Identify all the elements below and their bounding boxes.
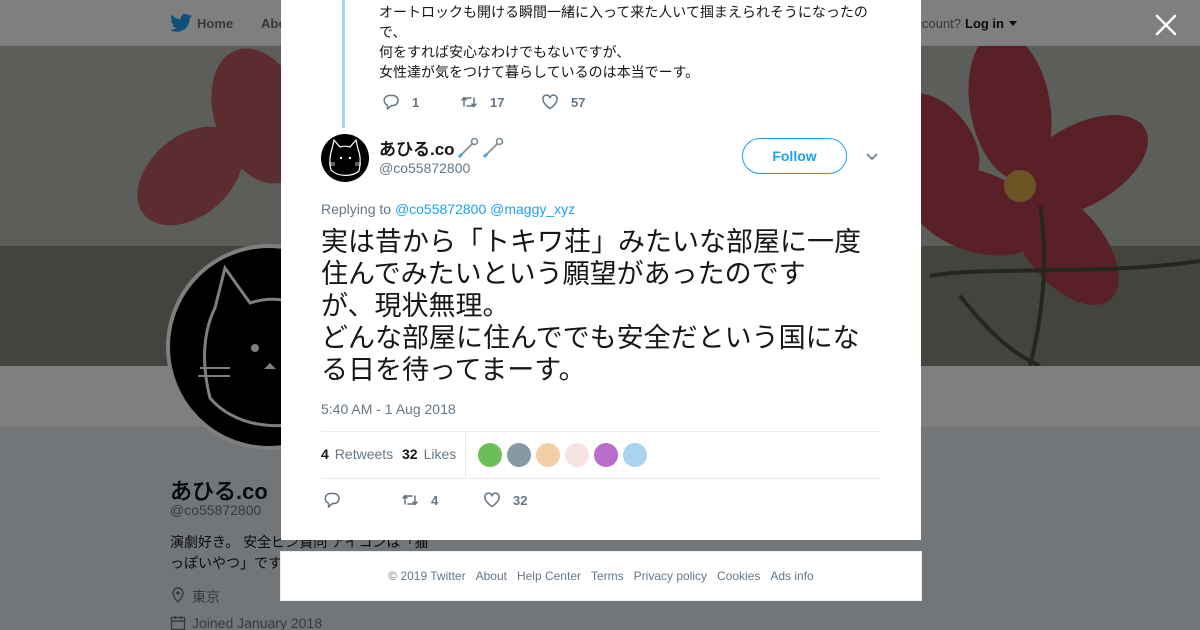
tweet-text: 実は昔から「トキワ荘」みたいな部屋に一度 住んでみたいという願望があったのです … <box>321 226 887 386</box>
footer-link-cookies[interactable]: Cookies <box>717 569 760 583</box>
tweet-text-line: 実は昔から「トキワ荘」みたいな部屋に一度 <box>321 227 861 257</box>
parent-tweet-line: 何をすれば安心なわけでもないですが、 <box>379 44 631 60</box>
tweet-author-name-text: あひる.co <box>379 140 455 159</box>
retweet-icon <box>461 96 477 108</box>
replying-to-label: Replying to <box>321 201 392 217</box>
liker-avatar[interactable] <box>593 442 619 468</box>
parent-reply-button[interactable]: 1 <box>382 92 419 112</box>
tweet-text-line: る日を待ってまーす。 <box>321 355 586 385</box>
retweet-icon <box>402 494 418 506</box>
likes-stat[interactable]: 32 Likes <box>402 446 456 462</box>
tweet-timestamp[interactable]: 5:40 AM - 1 Aug 2018 <box>321 401 456 417</box>
tweet-modal: オートロックも開ける瞬間一緒に入って来た人いて掴まえられそうになったの で、 何… <box>281 0 921 540</box>
close-icon[interactable] <box>1154 13 1178 37</box>
parent-retweet-button[interactable]: 17 <box>460 92 504 112</box>
liker-avatars <box>477 442 651 468</box>
retweets-count: 4 <box>321 446 329 462</box>
divider <box>321 478 881 479</box>
follow-button[interactable]: Follow <box>742 138 847 174</box>
liker-avatar[interactable] <box>477 442 503 468</box>
likes-count: 32 <box>402 446 418 462</box>
like-count: 32 <box>513 492 528 508</box>
footer-link-ads[interactable]: Ads info <box>770 569 813 583</box>
liker-avatar[interactable] <box>622 442 648 468</box>
divider <box>465 432 466 478</box>
footer-link-help[interactable]: Help Center <box>517 569 581 583</box>
tweet-text-line: どんな部屋に住んででも安全だという国にな <box>321 323 860 353</box>
parent-like-count: 57 <box>571 94 586 110</box>
footer-link-about[interactable]: About <box>476 569 507 583</box>
reply-icon <box>383 94 399 110</box>
footer-link-privacy[interactable]: Privacy policy <box>634 569 707 583</box>
liker-avatar[interactable] <box>535 442 561 468</box>
thread-line <box>342 0 345 128</box>
reply-button[interactable] <box>323 490 341 510</box>
parent-tweet-line: で、 <box>379 24 407 40</box>
chevron-down-icon[interactable] <box>865 151 879 163</box>
parent-tweet-line: オートロックも開ける瞬間一緒に入って来た人いて掴まえられそうになったの <box>379 4 868 20</box>
parent-tweet-line: 女性達が気をつけて暮らしているのは本当でーす。 <box>379 64 700 80</box>
reply-icon <box>324 492 340 508</box>
likes-label: Likes <box>423 446 457 462</box>
reply-mention-link[interactable]: @co55872800 <box>395 201 486 217</box>
retweets-stat[interactable]: 4 Retweets <box>321 446 393 462</box>
parent-tweet-text: オートロックも開ける瞬間一緒に入って来た人いて掴まえられそうになったの で、 何… <box>379 2 879 82</box>
liker-avatar[interactable] <box>506 442 532 468</box>
tweet-author-name[interactable]: あひる.co <box>379 135 505 160</box>
cat-icon <box>329 138 361 176</box>
tweet-author-handle[interactable]: @co55872800 <box>379 160 470 176</box>
divider <box>321 431 881 432</box>
safety-pin-icon <box>457 137 478 158</box>
parent-like-button[interactable]: 57 <box>541 92 585 112</box>
parent-reply-count: 1 <box>412 94 420 110</box>
reply-mention-link[interactable]: @maggy_xyz <box>490 201 575 217</box>
tweet-text-line: 住んでみたいという願望があったのです <box>321 259 806 289</box>
heart-icon <box>484 492 500 508</box>
retweets-label: Retweets <box>334 446 394 462</box>
like-button[interactable]: 32 <box>483 490 527 510</box>
tweet-text-line: が、現状無理。 <box>321 291 510 321</box>
safety-pin-icon <box>482 137 503 158</box>
footer: © 2019 Twitter About Help Center Terms P… <box>280 551 922 601</box>
footer-copyright: © 2019 Twitter <box>388 569 466 583</box>
parent-retweet-count: 17 <box>490 94 505 110</box>
liker-avatar[interactable] <box>564 442 590 468</box>
user-avatar[interactable] <box>321 134 369 182</box>
retweet-button[interactable]: 4 <box>401 490 438 510</box>
heart-icon <box>542 94 558 110</box>
replying-to: Replying to @co55872800 @maggy_xyz <box>321 201 575 217</box>
footer-link-terms[interactable]: Terms <box>591 569 624 583</box>
retweet-count: 4 <box>431 492 439 508</box>
